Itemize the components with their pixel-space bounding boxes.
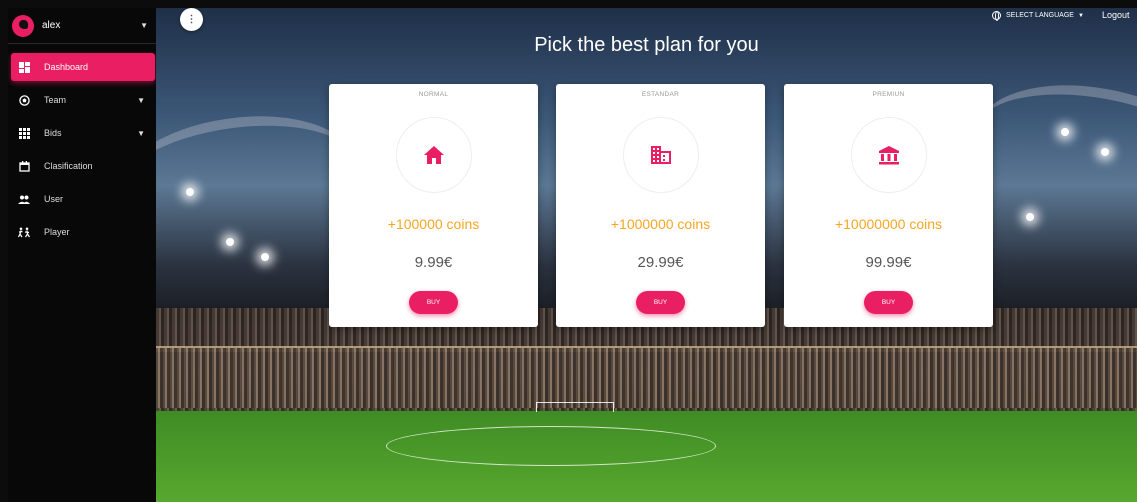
soccer-ball-icon xyxy=(18,94,30,106)
bank-icon xyxy=(878,146,899,165)
stadium-light xyxy=(226,238,234,246)
user-name: alex xyxy=(42,20,61,31)
buy-button[interactable]: BUY xyxy=(409,291,458,314)
sidebar-nav: Dashboard Team ▼ Bids ▼ Clasification Us… xyxy=(8,53,156,246)
sidebar-item-dashboard[interactable]: Dashboard xyxy=(11,53,155,81)
plan-title: ESTANDAR xyxy=(641,91,680,98)
sidebar-item-label: Team xyxy=(44,95,67,105)
sidebar-item-bids[interactable]: Bids ▼ xyxy=(11,119,155,147)
language-selector[interactable]: SELECT LANGUAGE ▼ xyxy=(992,11,1084,21)
user-menu[interactable]: alex ▼ xyxy=(8,8,156,44)
sidebar-item-player[interactable]: Player xyxy=(11,218,155,246)
sidebar-item-team[interactable]: Team ▼ xyxy=(11,86,155,114)
plan-title: NORMAL xyxy=(418,91,449,98)
page-title: Pick the best plan for you xyxy=(534,34,759,56)
sidebar-item-label: Bids xyxy=(44,128,62,138)
sidebar-item-clasification[interactable]: Clasification xyxy=(11,152,155,180)
stadium-light xyxy=(1101,148,1109,156)
stadium-light xyxy=(1026,213,1034,221)
plan-coins: +1000000 coins xyxy=(610,216,711,232)
plan-icon-circle xyxy=(850,117,927,193)
plan-icon-circle xyxy=(395,117,472,193)
sidebar-item-label: Dashboard xyxy=(44,62,89,72)
logout-link[interactable]: Logout xyxy=(1102,10,1130,20)
main-content: ⋮ SELECT LANGUAGE ▼ Logout Pick the best… xyxy=(156,8,1137,502)
players-icon xyxy=(18,226,30,238)
goal xyxy=(536,402,614,412)
sidebar-item-label: Clasification xyxy=(44,161,93,171)
app-frame: alex ▼ Dashboard Team ▼ Bids ▼ Clasifica… xyxy=(8,8,1137,502)
plan-price: 99.99€ xyxy=(865,254,912,271)
stadium-light xyxy=(186,188,194,196)
plan-card-normal: NORMAL +100000 coins 9.99€ BUY xyxy=(329,84,538,327)
dashboard-icon xyxy=(18,61,30,73)
globe-icon xyxy=(992,11,1001,21)
people-icon xyxy=(18,193,30,205)
caret-down-icon: ▼ xyxy=(137,128,145,138)
buy-button[interactable]: BUY xyxy=(864,291,913,314)
sidebar-item-label: User xyxy=(44,194,64,204)
calendar-icon xyxy=(18,160,30,172)
sidebar-item-label: Player xyxy=(44,227,70,237)
plan-card-estandar: ESTANDAR +1000000 coins 29.99€ BUY xyxy=(556,84,765,327)
stadium-light xyxy=(261,253,269,261)
plan-title: PREMIUN xyxy=(872,91,905,98)
home-icon xyxy=(423,146,444,164)
caret-down-icon: ▼ xyxy=(140,21,148,30)
plan-coins: +100000 coins xyxy=(387,216,480,232)
caret-down-icon: ▼ xyxy=(137,95,145,105)
business-icon xyxy=(650,146,671,164)
stadium-stands xyxy=(156,348,1137,408)
language-label: SELECT LANGUAGE xyxy=(1006,12,1074,19)
more-vert-icon[interactable]: ⋮ xyxy=(180,8,203,31)
plan-price: 9.99€ xyxy=(414,254,453,271)
plan-icon-circle xyxy=(622,117,699,193)
plan-price: 29.99€ xyxy=(637,254,684,271)
stadium-light xyxy=(1061,128,1069,136)
grid-icon xyxy=(18,127,30,139)
plan-card-premiun: PREMIUN +10000000 coins 99.99€ BUY xyxy=(784,84,993,327)
user-avatar xyxy=(12,14,34,37)
buy-button[interactable]: BUY xyxy=(636,291,685,314)
center-circle xyxy=(386,426,716,466)
sidebar-item-user[interactable]: User xyxy=(11,185,155,213)
caret-down-icon: ▼ xyxy=(1077,12,1084,19)
plan-coins: +10000000 coins xyxy=(834,216,943,232)
sidebar: alex ▼ Dashboard Team ▼ Bids ▼ Clasifica… xyxy=(8,8,156,502)
